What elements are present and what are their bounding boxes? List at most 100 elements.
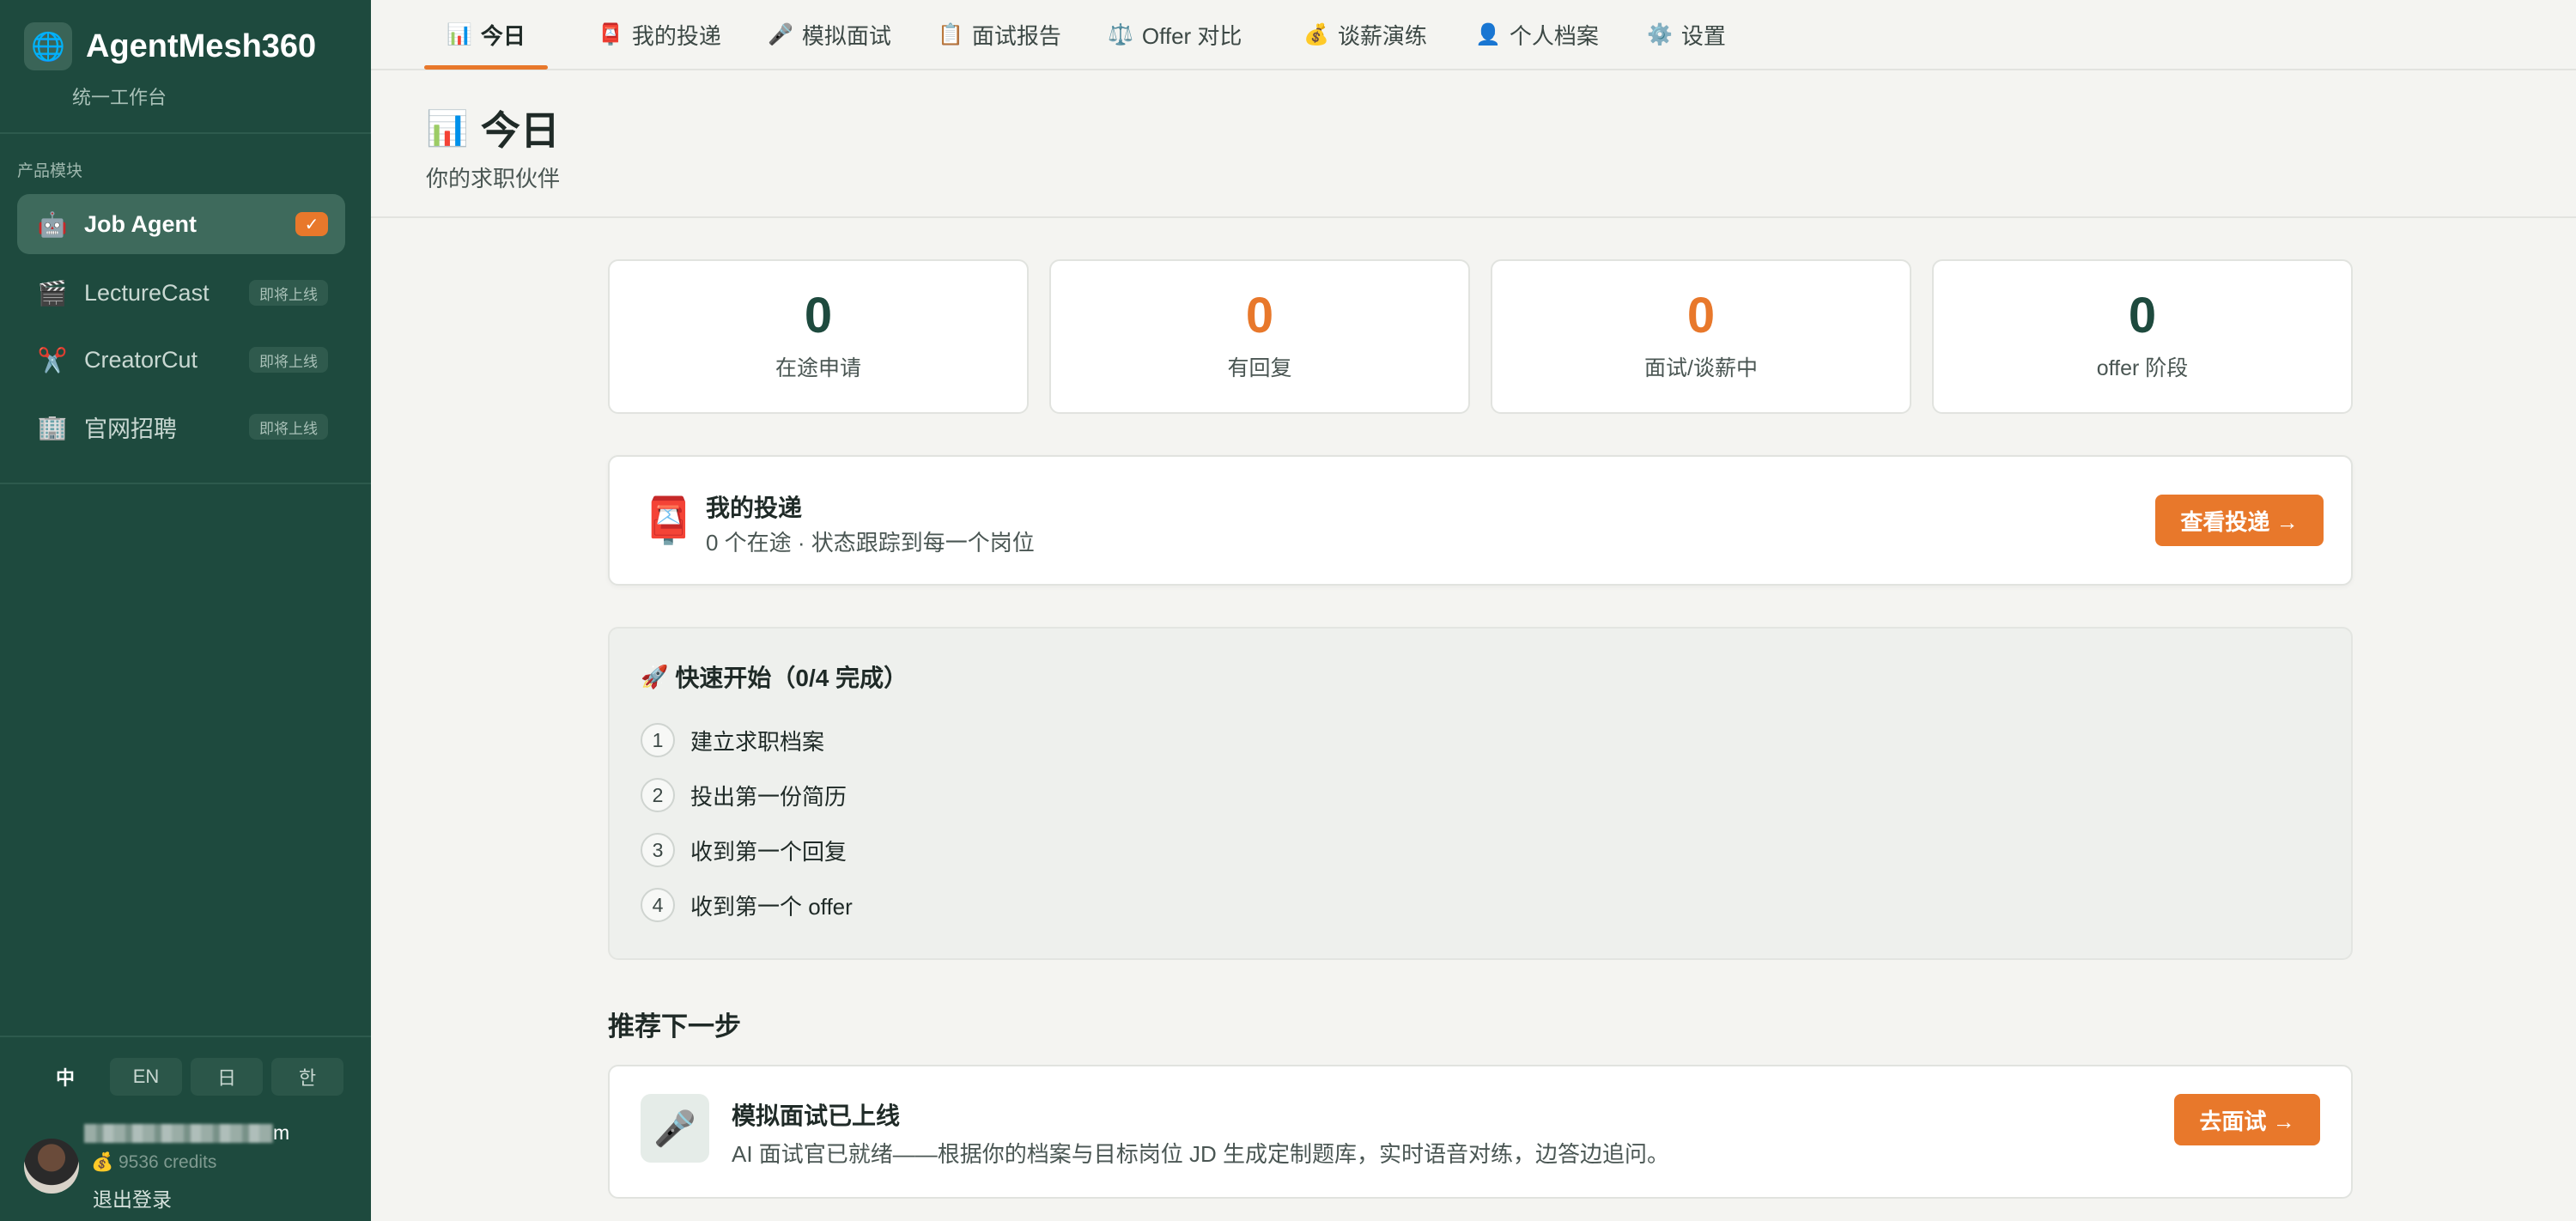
stat-label: offer 阶段 [2096,356,2189,380]
user-credits: 💰 9536 credits [91,1152,217,1172]
user-box: m 💰 9536 credits 退出登录 [24,1121,350,1211]
user-name: m [84,1121,289,1145]
globe-icon: 🌐 [24,22,72,70]
money-bag-icon: 💰 [1303,22,1329,46]
clipboard-icon: 📋 [938,22,963,46]
tab-profile[interactable]: 👤 个人档案 [1453,0,1621,69]
card-subtitle: 0 个在途 · 状态跟踪到每一个岗位 [706,530,1035,556]
coming-soon-badge: 即将上线 [249,414,328,440]
microphone-icon: 🎤 [768,22,793,46]
tab-offer-compare[interactable]: ⚖️ Offer 对比 [1085,0,1264,69]
brand[interactable]: 🌐 AgentMesh360 统一工作台 [24,22,317,108]
scales-icon: ⚖️ [1108,22,1133,46]
tab-label: 面试报告 [971,22,1061,49]
step-number: 2 [641,778,675,812]
card-title: 我的投递 [706,495,803,521]
sidebar-item-recruiting[interactable]: 🏢 官网招聘 即将上线 [17,397,345,457]
rocket-icon: 🚀 [641,663,669,689]
mailbox-icon: 📮 [641,496,696,546]
page-title: 📊 今日 [426,100,560,156]
logout-link[interactable]: 退出登录 [93,1183,172,1212]
tab-label: 谈薪演练 [1337,22,1427,49]
step-number: 1 [641,723,675,757]
step-label: 投出第一份简历 [690,783,848,810]
quick-start-card: 🚀 快速开始（0/4 完成） 1 建立求职档案 2 投出第一份简历 3 收到第一… [608,627,2353,960]
tab-salary-negotiation[interactable]: 💰 谈薪演练 [1281,0,1449,69]
stat-card-offer[interactable]: 0 offer 阶段 [1932,259,2353,414]
sidebar: 🌐 AgentMesh360 统一工作台 产品模块 🤖 Job Agent ✓ … [0,0,371,1221]
view-applications-button[interactable]: 查看投递 → [2155,495,2324,546]
tab-mock-interview[interactable]: 🎤 模拟面试 [745,0,914,69]
recommend-card: 🎤 模拟面试已上线 AI 面试官已就绪——根据你的档案与目标岗位 JD 生成定制… [608,1065,2353,1199]
tab-my-applications[interactable]: 📮 我的投递 [575,0,744,69]
sidebar-item-label: 官网招聘 [84,416,177,442]
section-label: 产品模块 [17,162,83,180]
sidebar-item-job-agent[interactable]: 🤖 Job Agent ✓ [17,194,345,254]
quick-start-title: 🚀 快速开始（0/4 完成） [641,659,908,694]
divider [0,1036,371,1037]
check-icon: ✓ [295,212,328,236]
recommend-description: AI 面试官已就绪——根据你的档案与目标岗位 JD 生成定制题库，实时语音对练，… [732,1141,1670,1167]
tab-label: 设置 [1680,22,1726,49]
quick-start-step[interactable]: 1 建立求职档案 [641,723,824,757]
page-header: 📊 今日 你的求职伙伴 [371,70,2576,218]
sidebar-item-creatorcut[interactable]: ✂️ CreatorCut 即将上线 [17,330,345,390]
sidebar-item-label: Job Agent [84,210,197,237]
tab-label: Offer 对比 [1141,22,1242,49]
tab-label: 今日 [480,22,526,49]
avatar[interactable] [24,1139,79,1194]
lang-ko-button[interactable]: 한 [271,1058,343,1096]
tab-settings[interactable]: ⚙️ 设置 [1625,0,1748,69]
lang-en-button[interactable]: EN [110,1058,182,1096]
coming-soon-badge: 即将上线 [249,347,328,373]
divider [0,483,371,484]
lang-ja-button[interactable]: 日 [191,1058,263,1096]
tab-label: 我的投递 [631,22,721,49]
tab-label: 模拟面试 [801,22,891,49]
stat-card-in-progress[interactable]: 0 在途申请 [608,259,1029,414]
redacted-name [84,1123,273,1143]
brand-subtitle: 统一工作台 [72,87,167,108]
sidebar-item-label: CreatorCut [84,346,198,373]
language-switcher: 中 EN 日 한 [29,1058,343,1096]
scissors-icon: ✂️ [37,346,68,374]
stat-card-interviewing[interactable]: 0 面试/谈薪中 [1491,259,1911,414]
step-label: 收到第一个回复 [690,838,848,865]
stat-value: 0 [1245,288,1274,343]
tab-interview-report[interactable]: 📋 面试报告 [915,0,1084,69]
mailbox-icon: 📮 [598,22,623,46]
page-title-text: 今日 [480,108,560,153]
tab-today[interactable]: 📊 今日 [424,0,548,70]
stat-value: 0 [2128,288,2157,343]
tab-label: 个人档案 [1509,22,1599,49]
divider [0,132,371,134]
lang-zh-button[interactable]: 中 [29,1058,101,1096]
quick-start-step[interactable]: 3 收到第一个回复 [641,833,847,867]
stat-label: 在途申请 [775,356,861,380]
clapper-icon: 🎬 [37,279,68,307]
user-icon: 👤 [1475,22,1501,46]
gear-icon: ⚙️ [1647,22,1673,46]
stat-label: 有回复 [1227,356,1292,380]
robot-icon: 🤖 [37,210,68,238]
bar-chart-icon: 📊 [447,22,472,46]
step-label: 建立求职档案 [690,728,825,755]
user-name-suffix: m [273,1121,290,1144]
recommend-title: 模拟面试已上线 [732,1103,901,1129]
page-subtitle: 你的求职伙伴 [426,166,561,191]
step-number: 3 [641,833,675,867]
step-number: 4 [641,888,675,922]
quick-start-step[interactable]: 4 收到第一个 offer [641,888,853,922]
brand-title: AgentMesh360 [86,28,317,64]
microphone-icon: 🎤 [641,1094,709,1163]
bar-chart-icon: 📊 [426,109,469,148]
quick-start-step[interactable]: 2 投出第一份简历 [641,778,847,812]
quick-start-title-text: 快速开始（0/4 完成） [675,665,908,691]
recommend-heading: 推荐下一步 [608,1011,741,1042]
stat-card-replied[interactable]: 0 有回复 [1049,259,1470,414]
go-interview-button[interactable]: 去面试 → [2174,1094,2320,1145]
top-nav: 📊 今日 📮 我的投递 🎤 模拟面试 📋 面试报告 ⚖️ Offer 对比 💰 谈薪演练 👤… [371,0,2576,70]
sidebar-item-lecturecast[interactable]: 🎬 LectureCast 即将上线 [17,263,345,323]
stat-value: 0 [1686,288,1716,343]
sidebar-item-label: LectureCast [84,279,210,306]
